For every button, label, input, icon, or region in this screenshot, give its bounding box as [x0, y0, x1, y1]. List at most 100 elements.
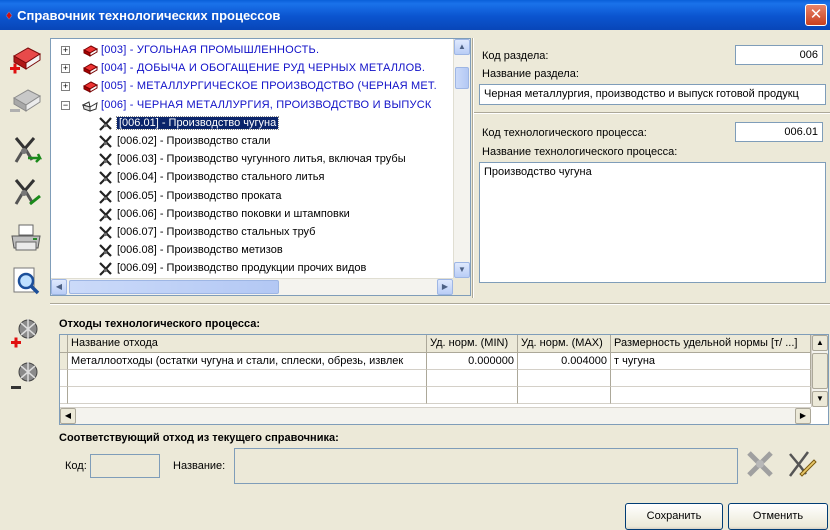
empty-cell[interactable] — [427, 370, 518, 387]
clear-match-button[interactable] — [744, 448, 776, 480]
scroll-thumb[interactable] — [455, 67, 469, 89]
matching-name-label: Название: — [173, 460, 226, 472]
book-add-icon — [10, 47, 42, 74]
process-name-field[interactable]: Производство чугуна — [479, 162, 826, 283]
open-book-icon — [81, 98, 98, 114]
grid-scroll-up[interactable]: ▲ — [812, 335, 828, 351]
select-match-button[interactable] — [784, 448, 818, 480]
waste-grid[interactable]: Название отхода Уд. норм. (MIN) Уд. норм… — [59, 334, 829, 425]
process-icon — [98, 243, 114, 259]
section-name-field[interactable]: Черная металлургия, производство и выпус… — [479, 84, 826, 105]
cancel-button[interactable]: Отменить — [728, 503, 828, 530]
expand-icon[interactable]: + — [61, 82, 70, 92]
grid-scroll-thumb[interactable] — [812, 353, 828, 389]
delete-book-button[interactable] — [6, 82, 46, 122]
waste-max-cell[interactable]: 0.004000 — [518, 353, 611, 370]
close-button[interactable]: ✕ — [805, 4, 827, 26]
tree-row-label: [005] - МЕТАЛЛУРГИЧЕСКОЕ ПРОИЗВОДСТВО (Ч… — [101, 80, 437, 93]
waste-remove-icon — [11, 362, 38, 389]
grid-vertical-scrollbar[interactable]: ▲ ▼ — [811, 335, 828, 407]
waste-unit-cell[interactable]: т чугуна — [611, 353, 811, 370]
empty-cell[interactable] — [611, 387, 811, 404]
add-waste-button[interactable] — [6, 312, 46, 352]
col-header-min[interactable]: Уд. норм. (MIN) — [427, 335, 518, 353]
empty-cell[interactable] — [68, 370, 427, 387]
process-code-field[interactable]: 006.01 — [735, 122, 823, 142]
tree-row-label: [006.04] - Производство стального литья — [117, 171, 325, 184]
tree-row-label: [003] - УГОЛЬНАЯ ПРОМЫШЛЕННОСТЬ. — [101, 44, 320, 56]
matching-group-title: Соответствующий отход из текущего справо… — [59, 432, 339, 444]
book-delete-icon — [10, 89, 42, 112]
expand-icon[interactable]: + — [61, 46, 70, 55]
process-disabled-icon — [747, 451, 773, 477]
empty-cell[interactable] — [518, 370, 611, 387]
matching-code-field[interactable] — [90, 454, 160, 478]
scroll-thumb-horizontal[interactable] — [69, 280, 279, 294]
empty-row-indicator — [60, 387, 68, 404]
section-code-field[interactable]: 006 — [735, 45, 823, 65]
edit-process-button[interactable] — [6, 172, 46, 212]
link-edit-icon — [789, 451, 817, 477]
matching-name-field[interactable] — [234, 448, 738, 484]
expand-icon[interactable]: + — [61, 64, 70, 74]
process-icon — [98, 189, 114, 205]
save-button[interactable]: Сохранить — [625, 503, 723, 530]
collapse-icon[interactable]: − — [61, 100, 70, 110]
tree-row-label: [006.08] - Производство метизов — [117, 244, 283, 257]
scroll-left-button[interactable]: ◀ — [51, 279, 67, 295]
col-header-max[interactable]: Уд. норм. (MAX) — [518, 335, 611, 353]
empty-cell[interactable] — [611, 370, 811, 387]
col-header-name[interactable]: Название отхода — [68, 335, 427, 353]
book-icon — [82, 79, 99, 95]
process-icon — [98, 207, 114, 223]
empty-cell[interactable] — [68, 387, 427, 404]
col-header-unit[interactable]: Размерность удельной нормы [т/ ...] — [611, 335, 811, 353]
find-button[interactable] — [6, 260, 46, 300]
scroll-up-button[interactable]: ▲ — [454, 39, 470, 55]
tree-row-label: [006.02] - Производство стали — [117, 135, 271, 147]
magnifier-icon — [13, 267, 40, 295]
empty-row-indicator — [60, 370, 68, 387]
scroll-corner — [453, 278, 470, 295]
grid-scroll-right[interactable]: ▶ — [795, 408, 811, 424]
section-divider — [50, 303, 830, 305]
process-tree[interactable]: + [003] - УГОЛЬНАЯ ПРОМЫШЛЕННОСТЬ. + [004] … — [50, 38, 471, 296]
empty-cell[interactable] — [518, 387, 611, 404]
waste-min-cell[interactable]: 0.000000 — [427, 353, 518, 370]
add-book-button[interactable] — [6, 40, 46, 80]
details-divider — [474, 112, 830, 114]
process-icon — [98, 152, 114, 168]
scroll-right-button[interactable]: ▶ — [437, 279, 453, 295]
process-code-label: Код технологического процесса: — [482, 127, 647, 139]
title-bar: ♦ Справочник технологических процессов ✕ — [0, 0, 830, 30]
process-icon — [98, 261, 114, 277]
waste-name-cell[interactable]: Металлоотходы (остатки чугуна и стали, с… — [68, 353, 427, 370]
tree-row-label: [006.03] - Производство чугунного литья,… — [117, 153, 406, 166]
grid-horizontal-scrollbar[interactable]: ◀ ▶ — [60, 407, 811, 424]
remove-waste-button[interactable] — [6, 356, 46, 396]
scroll-down-button[interactable]: ▼ — [454, 262, 470, 278]
process-add-icon — [14, 137, 43, 163]
row-indicator[interactable] — [60, 353, 68, 370]
grid-scroll-down[interactable]: ▼ — [812, 391, 828, 407]
tree-row-label: [006.06] - Производство поковки и штампо… — [117, 207, 350, 220]
grid-row-header-corner — [60, 335, 68, 353]
process-icon — [98, 225, 114, 241]
process-icon — [98, 116, 114, 132]
tree-vertical-scrollbar[interactable]: ▲ ▼ — [453, 39, 470, 278]
add-process-button[interactable] — [6, 130, 46, 170]
tree-row-label: [006] - ЧЕРНАЯ МЕТАЛЛУРГИЯ, ПРОИЗВОДСТВО… — [101, 98, 432, 111]
process-name-label: Название технологического процесса: — [482, 146, 678, 158]
empty-cell[interactable] — [427, 387, 518, 404]
tree-rows: + [003] - УГОЛЬНАЯ ПРОМЫШЛЕННОСТЬ. + [004] … — [51, 39, 453, 278]
process-icon — [98, 134, 114, 150]
tree-horizontal-scrollbar[interactable]: ◀ ▶ — [51, 278, 453, 295]
matching-code-label: Код: — [65, 460, 87, 472]
book-icon — [82, 43, 99, 59]
section-name-label: Название раздела: — [482, 68, 579, 80]
print-button[interactable] — [6, 218, 46, 258]
section-code-label: Код раздела: — [482, 50, 549, 62]
details-panel: Код раздела: 006 Название раздела: Черна… — [474, 38, 830, 296]
printer-icon — [11, 224, 41, 251]
grid-scroll-left[interactable]: ◀ — [60, 408, 76, 424]
